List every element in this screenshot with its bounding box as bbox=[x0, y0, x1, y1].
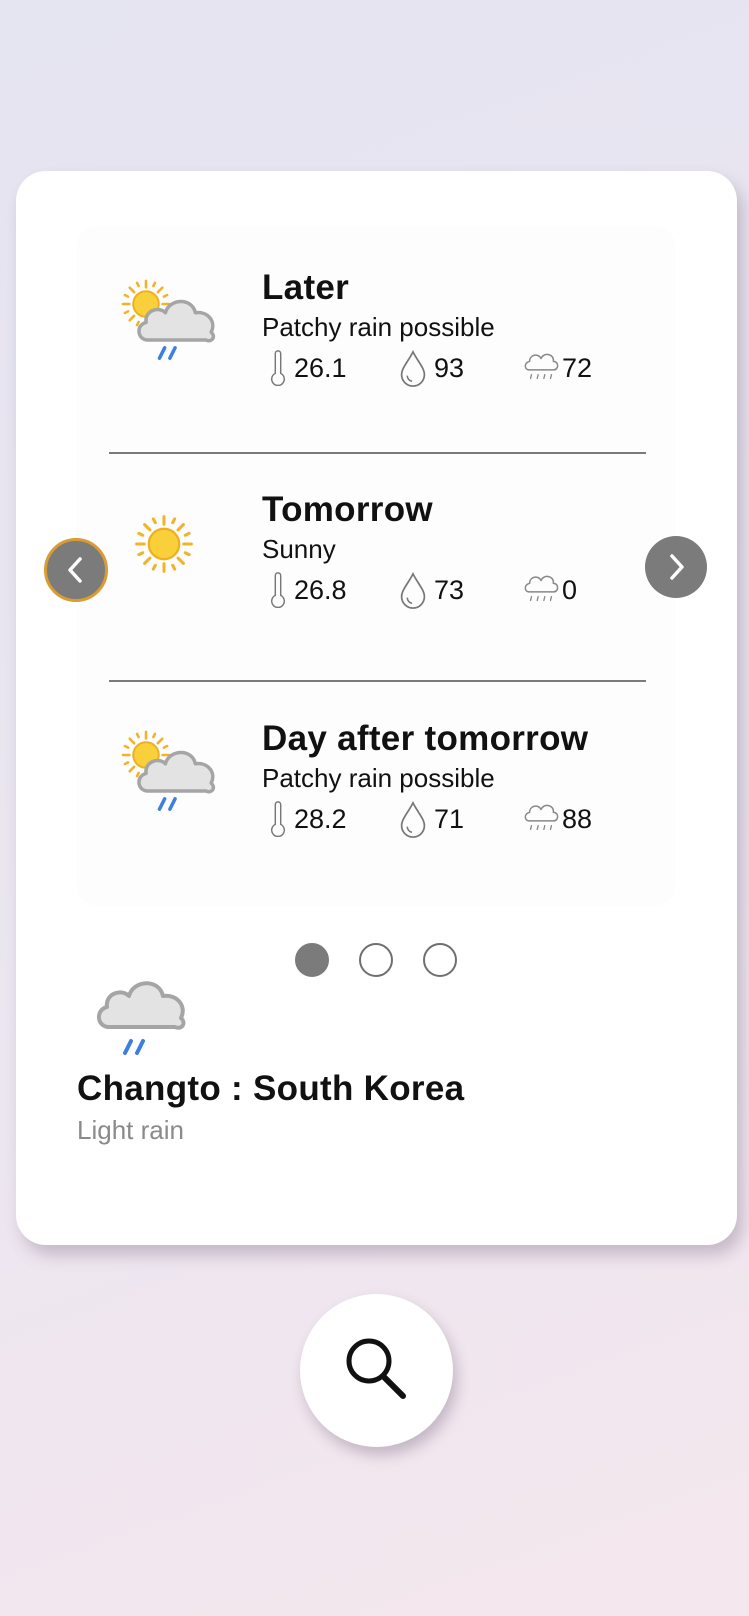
sun-cloud-rain-icon bbox=[121, 279, 216, 361]
temperature-value: 28.2 bbox=[294, 803, 347, 834]
droplet-icon bbox=[400, 350, 426, 387]
forecast-item-tomorrow: Tomorrow Sunny 26.8 73 0 bbox=[76, 448, 676, 668]
rain-chance-value: 72 bbox=[562, 352, 593, 383]
forecast-condition: Patchy rain possible bbox=[262, 763, 495, 793]
forecast-condition: Sunny bbox=[262, 534, 336, 564]
humidity-value: 71 bbox=[434, 803, 465, 834]
forecast-title: Tomorrow bbox=[262, 490, 433, 529]
rain-chance-stat: 88 bbox=[522, 797, 592, 841]
chevron-left-icon bbox=[68, 557, 82, 583]
humidity-stat: 73 bbox=[398, 568, 464, 612]
chevron-right-icon bbox=[670, 554, 684, 580]
temperature-value: 26.1 bbox=[294, 352, 347, 383]
carousel-next-button[interactable] bbox=[645, 536, 707, 598]
temperature-stat: 26.1 bbox=[268, 346, 347, 390]
temperature-stat: 26.8 bbox=[268, 568, 347, 612]
rain-chance-value: 0 bbox=[562, 574, 578, 605]
rain-chance-stat: 0 bbox=[522, 568, 577, 612]
temperature-stat: 28.2 bbox=[268, 797, 347, 841]
weather-card: Later Patchy rain possible 26.1 93 72 To… bbox=[16, 171, 737, 1245]
humidity-value: 93 bbox=[434, 352, 465, 383]
thermometer-icon bbox=[270, 572, 286, 608]
search-icon bbox=[346, 1338, 406, 1399]
carousel-prev-button[interactable] bbox=[44, 538, 108, 602]
pagination-dot-1[interactable] bbox=[295, 943, 329, 977]
carousel-pagination bbox=[295, 943, 457, 977]
forecast-item-day-after-tomorrow: Day after tomorrow Patchy rain possible … bbox=[76, 677, 676, 897]
humidity-value: 73 bbox=[434, 574, 465, 605]
rain-chance-stat: 72 bbox=[522, 346, 592, 390]
thermometer-icon bbox=[270, 350, 286, 386]
rain-chance-value: 88 bbox=[562, 803, 593, 834]
humidity-stat: 93 bbox=[398, 346, 464, 390]
rain-cloud-icon bbox=[524, 353, 559, 380]
pagination-dot-2[interactable] bbox=[359, 943, 393, 977]
cloud-rain-icon bbox=[91, 971, 191, 1055]
rain-cloud-icon bbox=[524, 804, 559, 831]
search-button[interactable] bbox=[300, 1294, 453, 1447]
droplet-icon bbox=[400, 801, 426, 838]
humidity-stat: 71 bbox=[398, 797, 464, 841]
rain-cloud-icon bbox=[524, 575, 559, 602]
thermometer-icon bbox=[270, 801, 286, 837]
forecast-condition: Patchy rain possible bbox=[262, 312, 495, 342]
forecast-carousel: Later Patchy rain possible 26.1 93 72 To… bbox=[76, 226, 676, 906]
forecast-title: Later bbox=[262, 268, 350, 307]
forecast-item-later: Later Patchy rain possible 26.1 93 72 bbox=[76, 226, 676, 446]
forecast-title: Day after tomorrow bbox=[262, 719, 589, 758]
temperature-value: 26.8 bbox=[294, 574, 347, 605]
droplet-icon bbox=[400, 572, 426, 609]
pagination-dot-3[interactable] bbox=[423, 943, 457, 977]
sun-cloud-rain-icon bbox=[121, 730, 216, 812]
sun-icon bbox=[135, 515, 193, 573]
current-description: Light rain bbox=[77, 1115, 184, 1145]
current-location: Changto : South Korea bbox=[77, 1069, 465, 1108]
